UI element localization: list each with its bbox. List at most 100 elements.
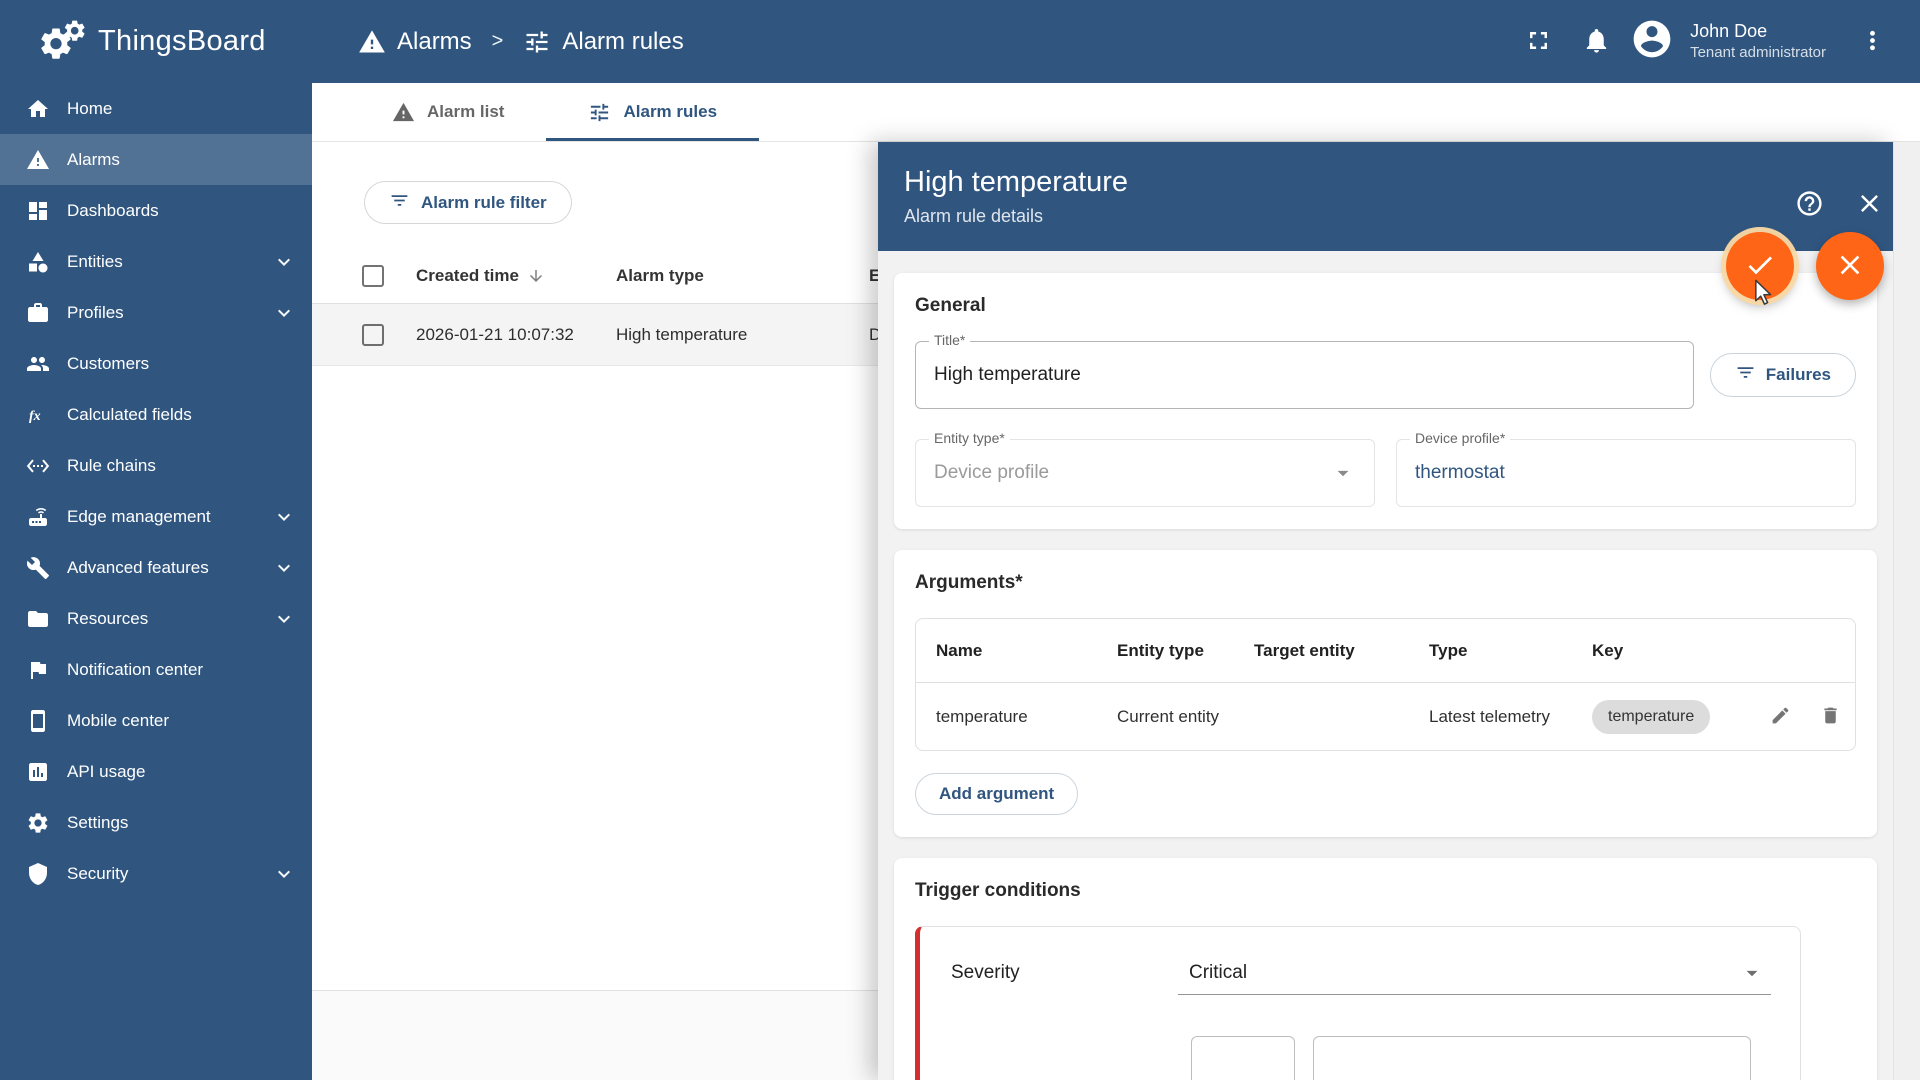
sidebar-item-label: Notification center <box>67 659 204 679</box>
sidebar-item-label: Advanced features <box>67 557 209 577</box>
help-icon <box>1795 189 1824 218</box>
entity-type-select[interactable]: Entity type* Device profile <box>915 430 1375 507</box>
sidebar-item-home[interactable]: Home <box>0 83 312 134</box>
sidebar-item-label: Profiles <box>67 302 124 322</box>
arguments-table-header: Name Entity type Target entity Type Key <box>916 619 1855 683</box>
condition-field-partial[interactable] <box>1313 1036 1751 1080</box>
sidebar-item-api-usage[interactable]: API usage <box>0 746 312 797</box>
cell-alarm-type: High temperature <box>616 324 748 344</box>
sidebar-item-notification-center[interactable]: Notification center <box>0 644 312 695</box>
app-header: ThingsBoard Alarms > Alarm rules John Do… <box>0 0 1920 83</box>
user-avatar[interactable] <box>1628 18 1676 66</box>
chevron-down-icon <box>272 607 296 631</box>
app-logo: ThingsBoard <box>0 19 312 65</box>
argument-row: temperature Current entity Latest teleme… <box>916 683 1855 750</box>
sidebar-item-label: Settings <box>67 812 129 832</box>
edit-argument-button[interactable] <box>1755 705 1805 729</box>
argument-name: temperature <box>936 706 1028 726</box>
help-button[interactable] <box>1795 189 1824 218</box>
chevron-down-icon <box>272 862 296 886</box>
security-icon <box>26 862 50 886</box>
breadcrumb-separator: > <box>491 30 504 52</box>
breadcrumb-alarms[interactable]: Alarms <box>358 28 472 56</box>
sidebar-item-label: Entities <box>67 251 123 271</box>
chevron-down-icon <box>272 301 296 325</box>
title-field-value: High temperature <box>934 364 1081 385</box>
sidebar-item-settings[interactable]: Settings <box>0 797 312 848</box>
sidebar-item-rule-chains[interactable]: Rule chains <box>0 440 312 491</box>
sidebar-item-label: Home <box>67 98 113 118</box>
title-field[interactable]: Title* High temperature <box>915 332 1694 409</box>
dropdown-caret-icon <box>1330 460 1356 486</box>
notifications-button[interactable] <box>1570 16 1622 68</box>
argument-entity-type: Current entity <box>1117 706 1220 726</box>
edge-icon <box>26 505 50 529</box>
column-alarm-type[interactable]: Alarm type <box>616 266 869 286</box>
device-profile-field[interactable]: Device profile* thermostat <box>1396 430 1856 507</box>
sidebar-item-edge-management[interactable]: Edge management <box>0 491 312 542</box>
vertical-scrollbar[interactable] <box>1893 142 1920 1080</box>
sidebar-item-label: API usage <box>67 761 146 781</box>
sidebar-item-security[interactable]: Security <box>0 848 312 899</box>
user-info[interactable]: John Doe Tenant administrator <box>1690 20 1826 63</box>
sidebar-item-customers[interactable]: Customers <box>0 338 312 389</box>
failures-button[interactable]: Failures <box>1709 353 1856 397</box>
column-target-entity: Target entity <box>1254 640 1355 660</box>
tab-alarm-rules[interactable]: Alarm rules <box>546 83 759 141</box>
sort-desc-icon[interactable] <box>527 267 545 285</box>
svg-text:fx: fx <box>29 409 41 424</box>
entity-type-value: Device profile <box>934 462 1050 483</box>
chevron-down-icon <box>272 556 296 580</box>
column-entity-type: Entity type <box>1117 640 1204 660</box>
general-section-title: General <box>915 295 986 316</box>
trigger-conditions-section: Trigger conditions Severity Critical <box>894 858 1877 1080</box>
sidebar-item-dashboards[interactable]: Dashboards <box>0 185 312 236</box>
delete-argument-button[interactable] <box>1805 705 1855 729</box>
tabbar: Alarm list Alarm rules <box>312 83 1920 142</box>
sidebar-item-mobile-center[interactable]: Mobile center <box>0 695 312 746</box>
drawer-title: High temperature <box>904 166 1129 198</box>
sidebar-item-profiles[interactable]: Profiles <box>0 287 312 338</box>
breadcrumb-alarm-rules[interactable]: Alarm rules <box>523 28 684 56</box>
sidebar-item-calculated-fields[interactable]: fx Calculated fields <box>0 389 312 440</box>
tune-icon <box>588 101 611 124</box>
advanced-icon <box>26 556 50 580</box>
dropdown-caret-icon <box>1739 960 1765 986</box>
delete-icon <box>1820 705 1841 729</box>
entity-type-label: Entity type* <box>929 430 1010 446</box>
header-actions: John Doe Tenant administrator <box>1512 16 1920 68</box>
close-drawer-button[interactable] <box>1855 189 1884 218</box>
tab-alarm-list[interactable]: Alarm list <box>350 83 546 141</box>
discard-changes-button[interactable] <box>1816 232 1884 300</box>
row-checkbox[interactable] <box>362 323 384 346</box>
drawer-body: General Title* High temperature Failures… <box>878 251 1893 1080</box>
bell-icon <box>1582 26 1611 58</box>
condition-input-partial[interactable] <box>1191 1036 1295 1080</box>
failures-icon <box>1735 362 1756 388</box>
sidebar: Home Alarms Dashboards Entities Profiles… <box>0 83 312 1080</box>
sidebar-item-label: Edge management <box>67 506 211 526</box>
sidebar-item-advanced-features[interactable]: Advanced features <box>0 542 312 593</box>
sidebar-item-label: Rule chains <box>67 455 156 475</box>
severity-label: Severity <box>951 962 1020 983</box>
flag-icon <box>26 658 50 682</box>
dashboards-icon <box>26 199 50 223</box>
alarm-rule-filter-button[interactable]: Alarm rule filter <box>364 181 572 224</box>
column-name: Name <box>936 640 983 660</box>
sidebar-item-label: Customers <box>67 353 150 373</box>
sidebar-item-entities[interactable]: Entities <box>0 236 312 287</box>
device-profile-label: Device profile* <box>1410 430 1511 446</box>
title-field-label: Title* <box>929 332 971 348</box>
fullscreen-button[interactable] <box>1512 16 1564 68</box>
sidebar-item-resources[interactable]: Resources <box>0 593 312 644</box>
select-all-checkbox[interactable] <box>362 264 384 287</box>
user-menu-button[interactable] <box>1846 16 1898 68</box>
rule-chains-icon <box>26 454 50 478</box>
sidebar-item-alarms[interactable]: Alarms <box>0 134 312 185</box>
severity-select[interactable]: Critical <box>1178 951 1771 995</box>
column-created-time[interactable]: Created time <box>416 266 519 286</box>
add-argument-button[interactable]: Add argument <box>915 773 1079 815</box>
apply-changes-button[interactable] <box>1726 232 1794 300</box>
severity-value: Critical <box>1189 961 1248 983</box>
tab-alarm-list-label: Alarm list <box>427 102 505 121</box>
